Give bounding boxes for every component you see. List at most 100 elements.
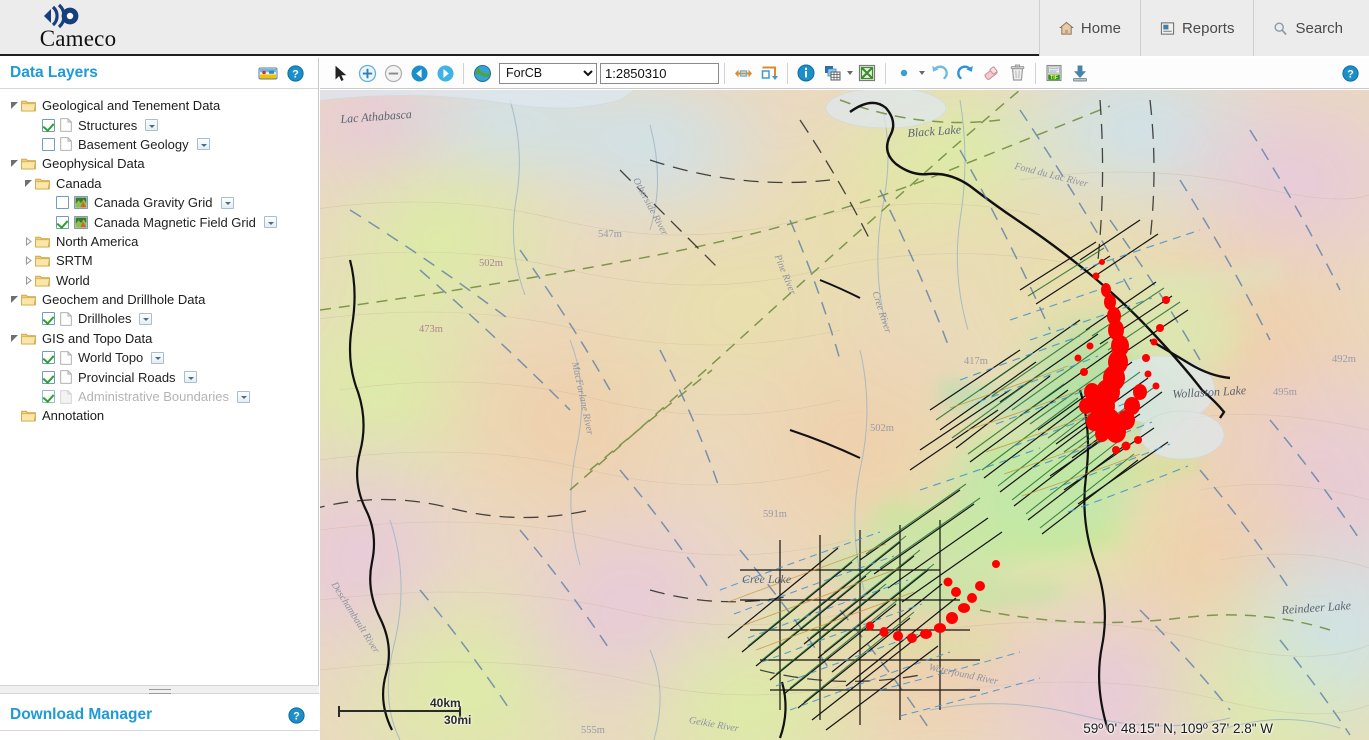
nav-item-reports[interactable]: Reports (1139, 0, 1254, 56)
layer-visibility-checkbox[interactable] (56, 215, 69, 229)
project-select[interactable]: ForCB (499, 62, 597, 84)
expand-toggle[interactable] (21, 275, 35, 285)
expand-arrow-icon (25, 236, 32, 246)
raster-icon (74, 215, 94, 229)
select-features-tool[interactable] (819, 61, 845, 86)
collapse-toggle[interactable] (7, 334, 21, 343)
layer-tree-item-north-america[interactable]: North America (0, 232, 318, 251)
redo-tool[interactable] (952, 61, 978, 86)
layer-tree-item-canada[interactable]: Canada (0, 174, 318, 193)
pan-back-tool[interactable] (406, 61, 432, 86)
delete-tool[interactable] (1004, 61, 1030, 86)
undo-tool[interactable] (926, 61, 952, 86)
layer-tree-item-geochem-and-drillhole-data[interactable]: Geochem and Drillhole Data (0, 290, 318, 309)
layer-visibility-checkbox[interactable] (42, 118, 55, 132)
layer-options-dropdown[interactable] (151, 351, 165, 364)
layer-tree-item-administrative-boundaries[interactable]: Administrative Boundaries (0, 387, 318, 406)
brand-logo[interactable]: Cameco (18, 2, 138, 54)
help-icon[interactable]: ? (288, 706, 305, 724)
select-layer-icon (824, 66, 840, 81)
layer-options-dropdown[interactable] (220, 196, 234, 209)
layer-options-dropdown[interactable] (196, 138, 210, 151)
document-icon (60, 370, 72, 384)
map-help-button[interactable]: ? (1337, 61, 1363, 86)
draw-point-tool[interactable] (891, 61, 917, 86)
collapse-toggle[interactable] (7, 295, 21, 304)
layer-tree-item-basement-geology[interactable]: Basement Geology (0, 135, 318, 154)
layer-options-dropdown[interactable] (263, 216, 277, 229)
zoom-out-icon (384, 64, 402, 82)
download-tool[interactable] (1067, 61, 1093, 86)
layer-options-dropdown[interactable] (237, 390, 251, 403)
draw-point-dropdown-caret[interactable] (917, 63, 926, 83)
select-features-dropdown-caret[interactable] (845, 63, 854, 83)
nav-item-search[interactable]: Search (1253, 0, 1369, 56)
map-scale-input[interactable] (600, 62, 719, 84)
layer-tree-item-drillholes[interactable]: Drillholes (0, 309, 318, 328)
folder-icon (21, 99, 42, 112)
raster-icon (74, 196, 94, 209)
layer-tree-item-label: Canada Gravity Grid (94, 195, 213, 211)
layer-visibility-checkbox[interactable] (56, 196, 69, 210)
export-table-tool[interactable] (854, 61, 880, 86)
cursor-arrow-icon (335, 65, 346, 81)
expand-toggle[interactable] (21, 256, 35, 266)
layer-tree-item-geological-and-tenement-data[interactable]: Geological and Tenement Data (0, 96, 318, 115)
layer-options-dropdown[interactable] (183, 371, 197, 384)
layer-tree-item-geophysical-data[interactable]: Geophysical Data (0, 154, 318, 173)
nav-item-home[interactable]: Home (1038, 0, 1140, 56)
full-extent-tool[interactable] (469, 61, 495, 86)
collapse-toggle[interactable] (7, 159, 21, 168)
document-icon (60, 312, 78, 326)
layer-tree-item-canada-magnetic-field-grid[interactable]: Canada Magnetic Field Grid (0, 212, 318, 231)
folder-icon (35, 275, 50, 287)
download-manager-header: Download Manager ? (0, 700, 319, 731)
layer-tree-item-canada-gravity-grid[interactable]: Canada Gravity Grid (0, 193, 318, 212)
zoom-in-tool[interactable] (354, 61, 380, 86)
layer-tree-item-world-topo[interactable]: World Topo (0, 348, 318, 367)
layer-visibility-checkbox[interactable] (42, 137, 55, 151)
arrow-left-circle-icon (411, 65, 427, 81)
layer-tree-item-world[interactable]: World (0, 271, 318, 290)
layer-tree-item-label: World Topo (78, 350, 144, 366)
download-manager-title: Download Manager (10, 706, 153, 723)
layer-tree-item-label: Structures (78, 117, 138, 133)
help-icon[interactable]: ? (287, 64, 304, 82)
legend-icon[interactable] (258, 65, 278, 81)
measure-distance-tool[interactable] (730, 61, 756, 86)
zoom-in-icon (358, 64, 376, 82)
collapse-toggle[interactable] (7, 101, 21, 110)
layer-visibility-checkbox[interactable] (42, 370, 55, 384)
layer-visibility-checkbox[interactable] (42, 351, 55, 365)
folder-icon (35, 178, 50, 190)
erase-tool[interactable] (978, 61, 1004, 86)
identify-tool[interactable] (793, 61, 819, 86)
expand-toggle[interactable] (21, 236, 35, 246)
layer-tree-item-srtm[interactable]: SRTM (0, 251, 318, 270)
layer-visibility-checkbox[interactable] (42, 312, 55, 326)
home-icon (1059, 21, 1074, 35)
layer-tree-item-annotation[interactable]: Annotation (0, 406, 318, 425)
export-tif-tool[interactable]: TIF (1041, 61, 1067, 86)
layer-tree-item-provincial-roads[interactable]: Provincial Roads (0, 367, 318, 386)
layer-visibility-checkbox[interactable] (42, 390, 55, 404)
collapse-toggle[interactable] (21, 179, 35, 188)
pan-forward-tool[interactable] (432, 61, 458, 86)
layer-tree-item-gis-and-topo-data[interactable]: GIS and Topo Data (0, 329, 318, 348)
layer-tree-item-label: Geochem and Drillhole Data (42, 292, 206, 308)
layer-tree-item-structures[interactable]: Structures (0, 115, 318, 134)
info-icon (797, 64, 815, 82)
eraser-icon (984, 66, 997, 80)
layer-tree-item-label: Annotation (42, 408, 105, 424)
layer-options-dropdown[interactable] (145, 119, 159, 132)
map-canvas[interactable]: Lac Athabasca Black Lake Fond du Lac River… (320, 90, 1369, 740)
toolbar-separator (787, 62, 788, 84)
panel-splitter-handle[interactable] (0, 685, 319, 694)
download-icon (1073, 65, 1087, 82)
pointer-tool[interactable] (328, 61, 354, 86)
zoom-out-tool[interactable] (380, 61, 406, 86)
folder-icon (35, 254, 56, 267)
measure-area-tool[interactable] (756, 61, 782, 86)
layer-options-dropdown[interactable] (139, 312, 153, 325)
document-icon (60, 351, 78, 365)
